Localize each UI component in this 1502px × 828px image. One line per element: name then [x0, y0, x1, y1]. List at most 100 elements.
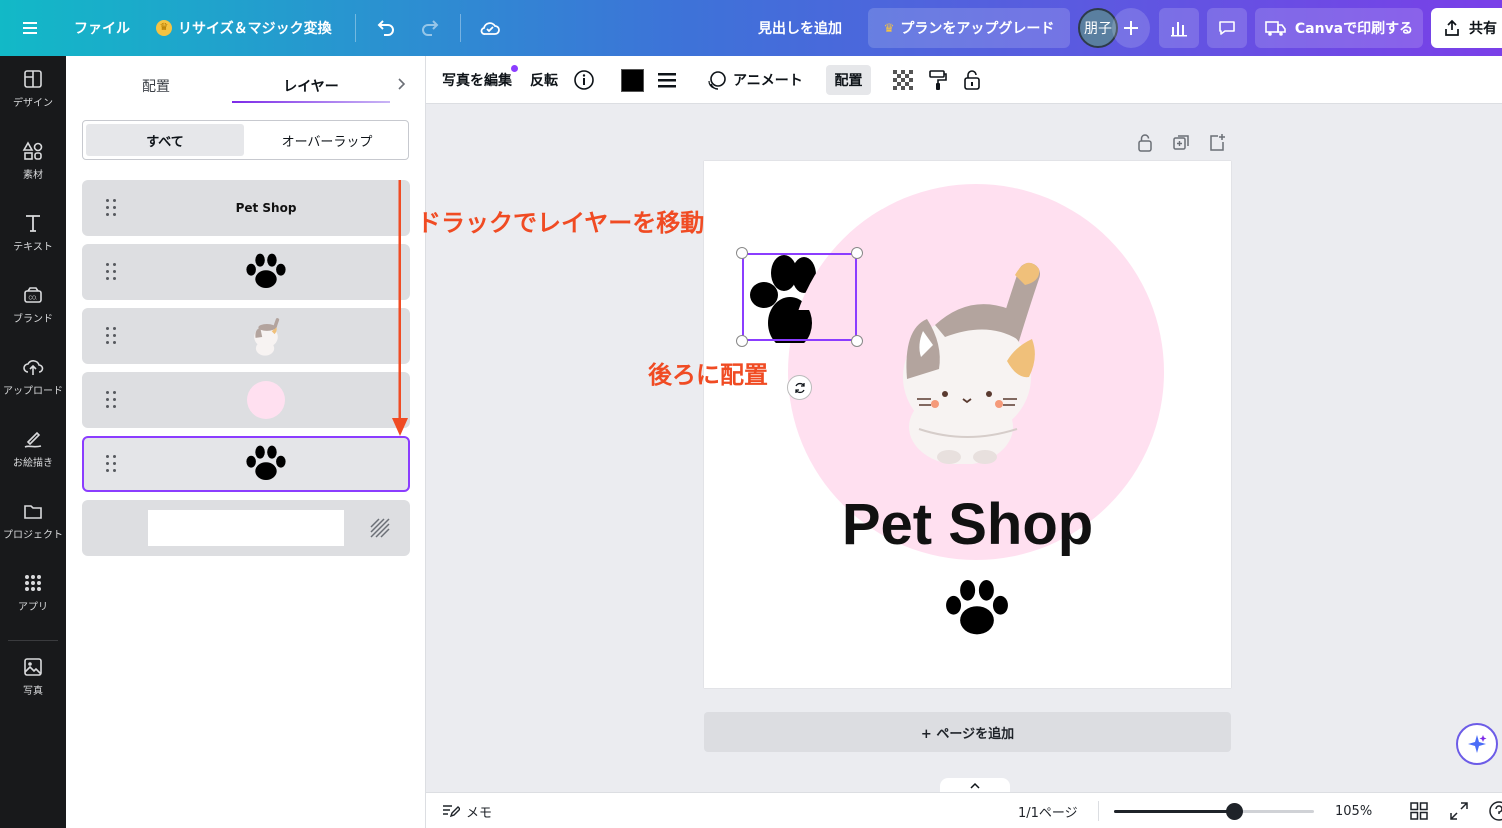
drag-handle-icon[interactable] — [104, 263, 118, 281]
rail-item-photos[interactable]: 写真 — [0, 644, 66, 708]
svg-text:CO.: CO. — [29, 295, 38, 301]
info-icon[interactable] — [573, 56, 595, 104]
add-page-icon[interactable] — [1208, 133, 1226, 157]
edit-photo-button[interactable]: 写真を編集 — [442, 56, 512, 104]
resize-handle[interactable] — [851, 335, 863, 347]
rail-item-apps[interactable]: アプリ — [0, 560, 66, 624]
layer-filter: すべて オーバーラップ — [82, 120, 409, 160]
chevron-right-icon[interactable] — [394, 76, 408, 96]
divider — [355, 14, 356, 42]
magic-assistant-icon[interactable] — [1456, 723, 1498, 765]
layer-row[interactable] — [82, 372, 410, 428]
notes-icon — [443, 805, 460, 818]
layer-row[interactable] — [82, 308, 410, 364]
filter-overlap[interactable]: オーバーラップ — [248, 124, 406, 156]
flip-button[interactable]: 反転 — [530, 56, 558, 104]
paint-roller-icon[interactable] — [928, 56, 948, 104]
cloud-save-icon[interactable] — [478, 0, 502, 56]
circle-thumbnail — [247, 381, 285, 419]
divider — [1098, 801, 1099, 821]
rail-item-brand[interactable]: CO. ブランド — [0, 272, 66, 336]
animate-button[interactable]: アニメート — [707, 56, 803, 104]
rail-item-text[interactable]: テキスト — [0, 200, 66, 264]
rail-divider — [8, 640, 58, 641]
rotate-icon[interactable] — [787, 375, 812, 400]
rail-item-design[interactable]: デザイン — [0, 56, 66, 120]
paw-print-icon — [246, 253, 286, 289]
color-swatch[interactable] — [621, 56, 644, 104]
rail-item-projects[interactable]: プロジェクト — [0, 488, 66, 552]
page-indicator[interactable]: 1/1ページ — [1018, 793, 1078, 828]
layer-row-background[interactable] — [82, 500, 410, 556]
divider — [460, 14, 461, 42]
lock-icon[interactable] — [962, 56, 982, 104]
notes-button[interactable]: メモ — [442, 793, 492, 828]
drag-handle-icon[interactable] — [104, 455, 118, 473]
tab-arrange[interactable]: 配置 — [86, 68, 226, 104]
paw-print-icon[interactable] — [939, 579, 1015, 639]
add-page-button[interactable]: + ページを追加 — [704, 712, 1231, 752]
layer-row[interactable] — [82, 244, 410, 300]
rail-item-elements[interactable]: 素材 — [0, 128, 66, 192]
undo-icon[interactable] — [374, 0, 396, 56]
tab-layers[interactable]: レイヤー — [232, 68, 390, 104]
menu-icon[interactable] — [20, 0, 40, 56]
notes-label: メモ — [466, 805, 493, 821]
paw-print-icon — [246, 445, 286, 481]
zoom-slider[interactable] — [1114, 803, 1314, 820]
page-lock-icon[interactable] — [1136, 133, 1154, 157]
annotation-drag: ドラックでレイヤーを移動 — [417, 209, 705, 237]
crown-icon: ♛ — [156, 20, 172, 36]
background-pattern-icon — [370, 518, 390, 542]
fullscreen-icon[interactable] — [1450, 793, 1468, 828]
comment-icon[interactable] — [1207, 8, 1247, 48]
resize-handle[interactable] — [736, 247, 748, 259]
share-button[interactable]: 共有 — [1431, 8, 1502, 48]
rail-label: テキスト — [13, 241, 53, 253]
animate-label: アニメート — [733, 73, 803, 89]
rail-item-upload[interactable]: アップロード — [0, 344, 66, 408]
drag-handle-icon[interactable] — [104, 199, 118, 217]
layer-row[interactable]: Pet Shop — [82, 180, 410, 236]
rail-item-draw[interactable]: お絵描き — [0, 416, 66, 480]
selection-box[interactable] — [742, 253, 857, 341]
rail-label: 写真 — [23, 685, 43, 697]
add-member-icon[interactable] — [1112, 8, 1150, 48]
print-button[interactable]: Canvaで印刷する — [1255, 8, 1423, 48]
upgrade-button[interactable]: ♛ プランをアップグレード — [868, 8, 1070, 48]
transparency-icon[interactable] — [893, 56, 913, 104]
border-style-icon[interactable] — [656, 56, 678, 104]
resize-button[interactable]: ♛ リサイズ＆マジック変換 — [156, 0, 332, 56]
drag-handle-icon[interactable] — [104, 391, 118, 409]
insights-icon[interactable] — [1159, 8, 1199, 48]
cat-illustration[interactable] — [899, 249, 1049, 464]
photo-icon — [24, 657, 42, 676]
position-button[interactable]: 配置 — [826, 65, 871, 95]
rail-label: アプリ — [18, 601, 48, 613]
top-bar: ファイル ♛ リサイズ＆マジック変換 見出しを追加 ♛ プランをアップグレード … — [0, 0, 1502, 56]
design-page[interactable]: Pet Shop — [704, 161, 1231, 688]
layer-row-selected[interactable] — [82, 436, 410, 492]
zoom-level[interactable]: 105% — [1335, 793, 1372, 828]
file-menu[interactable]: ファイル — [74, 0, 130, 56]
apps-icon — [25, 574, 41, 591]
zoom-slider-thumb[interactable] — [1226, 803, 1243, 820]
help-icon[interactable] — [1488, 793, 1502, 828]
bottom-bar: メモ 1/1ページ 105% — [426, 792, 1502, 828]
active-tab-indicator — [232, 101, 390, 103]
design-icon — [24, 69, 42, 88]
add-heading-button[interactable]: 見出しを追加 — [758, 0, 842, 56]
left-rail: デザイン 素材 テキスト CO. ブランド アップロード お絵描き プロジェクト… — [0, 56, 66, 828]
resize-handle[interactable] — [736, 335, 748, 347]
duplicate-page-icon[interactable] — [1172, 133, 1190, 157]
page-title[interactable]: Pet Shop — [704, 491, 1231, 558]
resize-handle[interactable] — [851, 247, 863, 259]
drag-handle-icon[interactable] — [104, 327, 118, 345]
grid-view-icon[interactable] — [1410, 793, 1428, 828]
redo-icon[interactable] — [420, 0, 442, 56]
share-icon — [1445, 19, 1459, 36]
rail-label: 素材 — [23, 169, 43, 181]
cat-thumbnail — [254, 318, 280, 356]
filter-all[interactable]: すべて — [86, 124, 244, 156]
text-icon — [26, 214, 40, 232]
